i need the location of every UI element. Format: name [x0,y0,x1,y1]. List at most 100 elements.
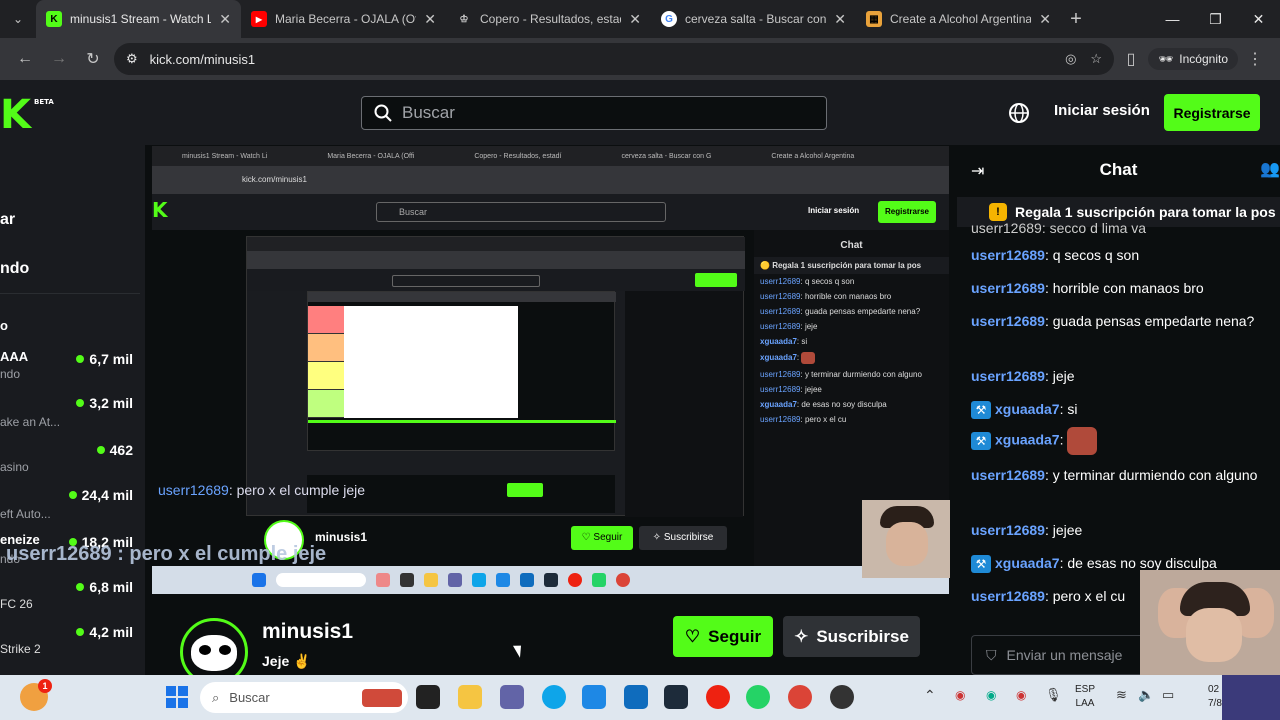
chat-username[interactable]: xguaada7 [995,432,1060,448]
tab-tiermaker[interactable]: ▦ Create a Alcohol Argentina ✕ [856,0,1061,38]
search-input[interactable]: Buscar [361,96,827,130]
file-explorer-icon[interactable] [458,685,482,709]
chat-username[interactable]: userr12689 [971,588,1045,604]
tab-google[interactable]: G cerveza salta - Buscar con G ✕ [651,0,856,38]
chevron-up-icon[interactable]: ⌃ [924,687,936,704]
users-icon[interactable]: 👥 [1260,159,1280,179]
chrome-icon [616,573,630,587]
forward-icon[interactable]: → [42,50,76,68]
tab-kick[interactable]: K minusis1 Stream - Watch Li ✕ [36,0,241,38]
eye-off-icon[interactable]: ◎ [1065,51,1076,67]
volume-icon[interactable]: 🔈 [1138,687,1154,703]
video-player[interactable]: minusis1 Stream - Watch Li Maria Becerra… [152,146,949,594]
app-icon [376,573,390,587]
follow-button[interactable]: ♡ Seguir [673,616,773,657]
login-link[interactable]: Iniciar sesión [1054,102,1150,119]
close-tab-icon[interactable]: ✕ [424,11,436,28]
reload-icon[interactable]: ↻ [76,49,110,69]
video-search: Buscar [376,202,666,222]
sidepanel-icon[interactable]: ▯ [1114,49,1148,69]
close-tab-icon[interactable]: ✕ [1039,11,1051,28]
back-icon[interactable]: ← [8,50,42,68]
new-tab-button[interactable]: + [1061,8,1091,31]
viewer-count: 462 [96,442,133,458]
url-text: kick.com/minusis1 [149,51,256,67]
chat-text: : y terminar durmiendo con alguno [1044,467,1258,483]
moderator-badge-icon: ⚒ [971,432,991,450]
battery-icon[interactable]: ▭ [1162,687,1174,703]
video-streamer: minusis1 [315,530,368,544]
chat-text: : [1059,431,1064,448]
chat-text: : jeje [1044,368,1075,384]
register-button[interactable]: Registrarse [1164,94,1260,131]
whatsapp-icon[interactable] [746,685,770,709]
disney-icon[interactable] [664,685,688,709]
site-settings-icon[interactable]: ⚙ [126,51,138,67]
live-dot-icon [76,583,85,591]
app-icon[interactable] [830,685,854,709]
overlay-user: userr12689 [158,482,229,498]
close-tab-icon[interactable]: ✕ [219,11,231,28]
chat-username[interactable]: userr12689 [971,467,1045,483]
channel-category: asino [0,460,29,474]
task-view-icon[interactable] [416,685,440,709]
menu-icon[interactable]: ⋮ [1238,49,1272,69]
taskbar-search[interactable]: ⌕ Buscar [200,682,408,713]
tab-search-button[interactable]: ⌄ [0,0,36,38]
tray-icon[interactable]: ◉ [955,688,965,702]
sidebar-heading[interactable]: ar [0,211,15,229]
subscribe-button[interactable]: ✧ Suscribirse [783,616,920,657]
chat-username[interactable]: xguaada7 [995,555,1060,571]
chat-username[interactable]: userr12689 [971,313,1045,329]
microphone-icon[interactable]: 🎙 [1045,687,1062,703]
search-icon: ⌕ [212,689,220,705]
restore-icon[interactable]: ❐ [1194,0,1237,38]
close-tab-icon[interactable]: ✕ [629,11,641,28]
overlay-user: userr12689 [6,543,112,565]
opera-icon[interactable] [706,685,730,709]
start-button[interactable] [166,686,188,708]
sidebar-divider [0,293,140,294]
star-icon[interactable]: ☆ [1090,51,1102,67]
widgets-icon[interactable]: 1 [20,679,52,711]
close-tab-icon[interactable]: ✕ [834,11,846,28]
video-chat-msg: xguaada7: de esas no soy disculpa [760,400,887,409]
language-indicator[interactable]: ESP LAA [1075,683,1095,711]
gift-icon: ! [989,203,1007,221]
tier-c [308,390,344,418]
chat-message: userr12689: q secos q son [971,244,1267,266]
video-subscribe: ✧ Suscribirse [639,526,727,550]
video-pinned-text: Regala 1 suscripción para tomar la pos [772,261,922,270]
chat-username[interactable]: userr12689 [971,522,1045,538]
teams-icon[interactable] [500,685,524,709]
streamer-name[interactable]: minusis1 [262,620,353,644]
wifi-icon[interactable]: ≋ [1116,687,1127,703]
tray-icon[interactable]: ◉ [1016,688,1026,702]
tray-icon[interactable]: ◉ [986,688,996,702]
video-subscribe-label: Suscribirse [663,532,714,543]
viewer-count-text: 6,7 mil [89,351,133,367]
url-field[interactable]: ⚙ kick.com/minusis1 ◎ ☆ [114,43,1115,75]
heart-icon: ♡ [684,626,701,646]
kick-logo[interactable]: K BETA [0,92,54,138]
close-window-icon[interactable]: ✕ [1237,0,1280,38]
globe-icon[interactable] [1008,102,1030,124]
video-address-bar: kick.com/minusis1 [152,166,949,194]
tab-title: cerveza salta - Buscar con G [685,12,827,26]
store-icon[interactable] [582,685,606,709]
tab-copero[interactable]: ♔ Copero - Resultados, estadí ✕ [446,0,651,38]
chat-username[interactable]: userr12689 [971,280,1045,296]
chat-username[interactable]: userr12689 [971,247,1045,263]
chat-username[interactable]: xguaada7 [995,401,1060,417]
tab-youtube[interactable]: ▶ Maria Becerra - OJALA (Offi ✕ [241,0,446,38]
sidebar-heading[interactable]: ndo [0,260,29,278]
outlook-icon[interactable] [624,685,648,709]
chrome-icon[interactable] [788,685,812,709]
video-chat-text: jejee [804,385,822,394]
minimize-icon[interactable]: — [1151,0,1194,38]
incognito-badge[interactable]: 🕶 Incógnito [1148,48,1238,70]
chat-username[interactable]: userr12689 [971,368,1045,384]
edge-icon[interactable] [542,685,566,709]
tab-title: minusis1 Stream - Watch Li [70,12,212,26]
video-chat-text: horrible con manaos bro [804,292,892,301]
